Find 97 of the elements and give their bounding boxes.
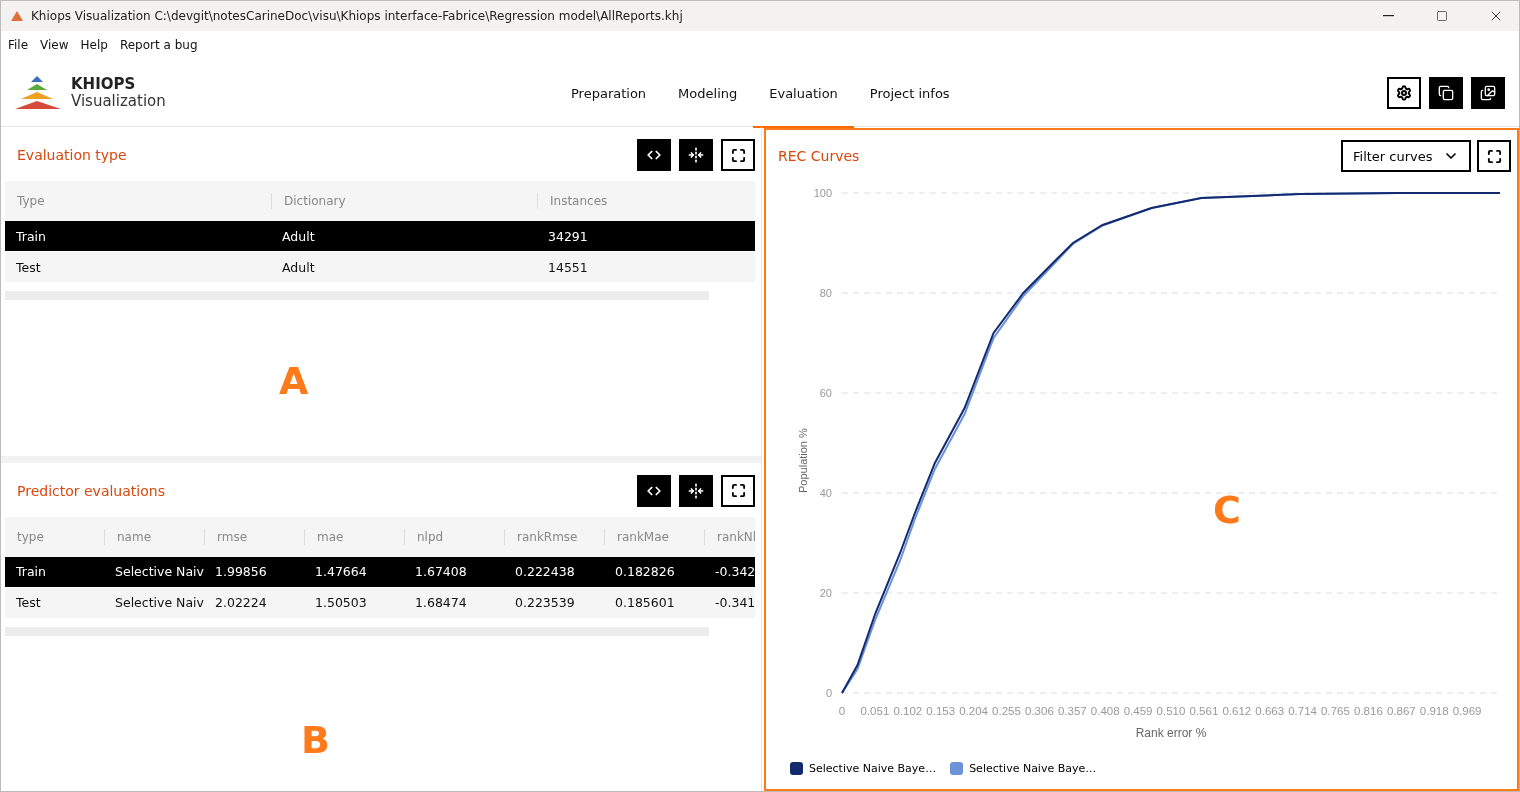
x-tick-label: 0.663 — [1255, 705, 1285, 717]
x-tick-label: 0.510 — [1156, 705, 1186, 717]
nav-tab[interactable]: Evaluation — [753, 61, 854, 128]
y-tick-label: 60 — [819, 387, 832, 399]
legend-swatch[interactable] — [790, 762, 803, 775]
fullscreen-button[interactable] — [721, 474, 755, 507]
copy-image-button[interactable] — [1471, 76, 1505, 109]
y-tick-label: 0 — [825, 687, 832, 699]
maximize-icon — [1436, 10, 1448, 22]
y-tick-label: 20 — [819, 587, 832, 599]
fold-horizontal-icon — [688, 147, 704, 163]
table-cell-text: Selective Naiv — [114, 564, 204, 579]
fullscreen-button[interactable] — [1477, 140, 1511, 172]
x-tick-label: 0.255 — [992, 705, 1021, 717]
collapse-columns-button[interactable] — [679, 474, 713, 507]
x-tick-label: 0.867 — [1386, 705, 1416, 717]
y-axis-title: Population % — [797, 428, 809, 493]
panel-title: REC Curves — [778, 148, 861, 164]
code-icon — [647, 148, 661, 162]
table-cell-text: 0.223539 — [514, 595, 576, 610]
annotation-letter: B — [301, 717, 330, 762]
settings-icon — [1396, 84, 1412, 101]
nav-tab[interactable]: Project infos — [853, 61, 966, 128]
splitter-handle[interactable] — [1, 455, 761, 463]
copy-icon — [1438, 84, 1454, 101]
menu-item[interactable]: View — [40, 38, 69, 52]
nav-tab[interactable]: Modeling — [662, 61, 754, 128]
table-cell-text: Adult — [281, 228, 316, 244]
x-tick-label: 0.204 — [959, 705, 988, 717]
table-cell-text: 0.182826 — [614, 564, 676, 579]
menu-item[interactable]: File — [8, 38, 29, 52]
x-tick-label: 0.816 — [1354, 705, 1383, 717]
fold-horizontal-icon — [688, 482, 704, 499]
table-cell-text: Adult — [281, 259, 316, 275]
x-tick-label: 0.714 — [1288, 705, 1317, 717]
table-cell-text: 1.47664 — [314, 564, 368, 579]
legend-swatch[interactable] — [950, 762, 964, 775]
table-cell-text: 0.185601 — [614, 595, 676, 610]
table-cell-text: 14551 — [547, 259, 589, 275]
minimize-icon — [1382, 15, 1394, 17]
settings-button[interactable] — [1387, 76, 1421, 109]
table-cell-text: Train — [15, 228, 47, 244]
x-tick-label: 0.459 — [1123, 705, 1153, 717]
table-cell-text: 2.02224 — [214, 595, 268, 610]
fullscreen-icon — [730, 147, 746, 163]
x-axis-title: Rank error % — [1135, 726, 1207, 740]
table-cell-text: 1.68474 — [414, 595, 468, 610]
legend-label[interactable]: Selective Naive Baye… — [969, 762, 1097, 775]
x-tick-label: 0.969 — [1452, 705, 1482, 717]
logo-title: KHIOPS — [71, 75, 137, 93]
images-icon — [1480, 84, 1496, 101]
x-tick-label: 0.765 — [1321, 705, 1350, 717]
x-tick-label: 0.153 — [926, 705, 956, 717]
legend-label[interactable]: Selective Naive Baye… — [809, 762, 937, 775]
table-cell-text: 1.99856 — [214, 564, 268, 579]
collapse-columns-button[interactable] — [679, 139, 713, 171]
x-tick-label: 0.561 — [1189, 705, 1219, 717]
x-tick-label: 0.408 — [1090, 705, 1120, 717]
table-cell-text: Selective Naiv — [114, 595, 204, 610]
table-cell-text: 34291 — [547, 228, 589, 244]
table-row[interactable]: Train Adult 34291 — [5, 221, 755, 252]
nav-tab[interactable]: Preparation — [555, 61, 663, 128]
table-cell-text: -0.342 — [714, 564, 756, 579]
x-tick-label: 0.051 — [860, 705, 890, 717]
x-tick-label: 0 — [838, 705, 846, 717]
copy-button[interactable] — [1429, 76, 1463, 109]
code-icon-button[interactable] — [637, 139, 671, 171]
y-tick-label: 40 — [819, 487, 832, 499]
table-cell-text: Test — [15, 595, 42, 610]
menu-item[interactable]: Help — [80, 38, 108, 52]
table-cell-text: Train — [15, 564, 47, 579]
code-icon-button[interactable] — [637, 474, 671, 507]
table-cell-text: -0.341 — [714, 595, 756, 610]
x-tick-label: 0.306 — [1025, 705, 1054, 717]
app-icon — [11, 11, 23, 21]
x-tick-label: 0.918 — [1419, 705, 1449, 717]
table-cell-text: Test — [15, 259, 42, 275]
fullscreen-button[interactable] — [721, 139, 755, 171]
filter-curves-dropdown[interactable]: Filter curves — [1341, 140, 1471, 172]
logo-subtitle: Visualization — [71, 92, 166, 110]
window-title: Khiops Visualization C:\devgit\notesCarineDoc\visu\Khiops interface-Fabrice\Regression model\AllReports.khj — [31, 9, 684, 23]
annotation-letter: C — [1213, 488, 1241, 532]
fullscreen-icon — [730, 483, 746, 498]
x-tick-label: 0.102 — [893, 705, 923, 717]
panel-title: Predictor evaluations — [17, 482, 166, 499]
annotation-letter: A — [279, 359, 309, 403]
menu-item[interactable]: Report a bug — [119, 38, 198, 52]
panel-title: Evaluation type — [17, 147, 128, 163]
table-cell-text: 1.67408 — [414, 564, 468, 579]
table-cell-text: 1.50503 — [314, 595, 368, 610]
x-tick-label: 0.357 — [1057, 705, 1087, 717]
y-tick-label: 100 — [813, 187, 832, 199]
fullscreen-icon — [1486, 148, 1502, 164]
y-tick-label: 80 — [819, 287, 832, 299]
x-tick-label: 0.612 — [1222, 705, 1252, 717]
table-row[interactable]: Train Selective Naiv 1.99856 1.47664 1.67408 0.222438 0.182826 -0.342 — [5, 556, 755, 588]
table-cell-text: 0.222438 — [514, 564, 576, 579]
